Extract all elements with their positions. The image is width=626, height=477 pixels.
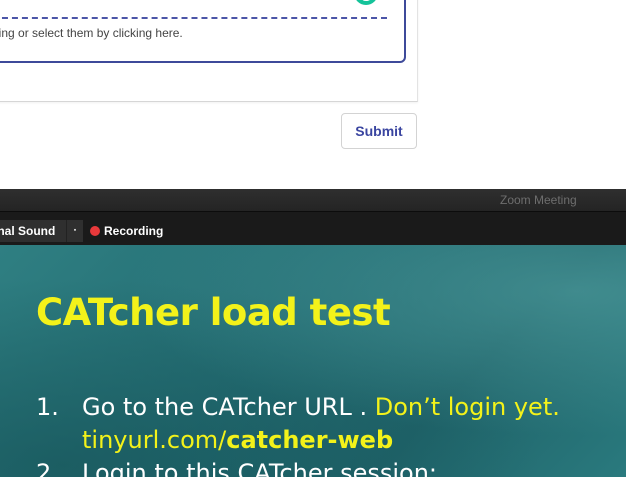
slide-list: 1. Go to the CATcher URL . Don’t login y… [36, 391, 626, 477]
shared-slide: CATcher load test 1. Go to the CATcher U… [0, 245, 626, 477]
list-item-1: 1. Go to the CATcher URL . Don’t login y… [36, 391, 626, 457]
list-item-1-highlight: Don’t login yet. [374, 393, 560, 421]
drop-hint-text[interactable]: bing or select them by clicking here. [0, 26, 183, 40]
sound-options-dropdown-icon[interactable]: ▪ [66, 220, 83, 242]
slide-title: CATcher load test [36, 291, 391, 334]
list-item-2: 2. Login to this CATcher session: [36, 457, 626, 477]
zoom-titlebar[interactable]: Zoom Meeting [0, 189, 626, 211]
list-item-1-number: 1. [36, 393, 59, 421]
zoom-window-title: Zoom Meeting [500, 193, 577, 207]
list-item-2-text: Login to this CATcher session: [82, 459, 438, 477]
list-item-2-number: 2. [36, 459, 59, 477]
catcher-url-path: catcher-web [226, 426, 394, 454]
list-item-1-text: Go to the CATcher URL . [82, 393, 375, 421]
file-drop-zone[interactable]: G bing or select them by clicking here. [0, 0, 406, 63]
zoom-toolbar: inal Sound ▪ Recording [0, 211, 626, 246]
catcher-url-prefix: tinyurl.com/ [82, 426, 227, 454]
grammarly-glyph: G [361, 0, 372, 3]
recording-dot-icon [90, 226, 100, 236]
submit-button[interactable]: Submit [341, 113, 417, 149]
recording-label: Recording [104, 224, 164, 238]
drop-divider [0, 17, 387, 19]
recording-indicator[interactable]: Recording [86, 220, 169, 242]
original-sound-button[interactable]: inal Sound [0, 220, 66, 242]
grammarly-icon[interactable]: G [354, 0, 378, 5]
zoom-meeting-window: Zoom Meeting inal Sound ▪ Recording CATc… [0, 189, 626, 477]
